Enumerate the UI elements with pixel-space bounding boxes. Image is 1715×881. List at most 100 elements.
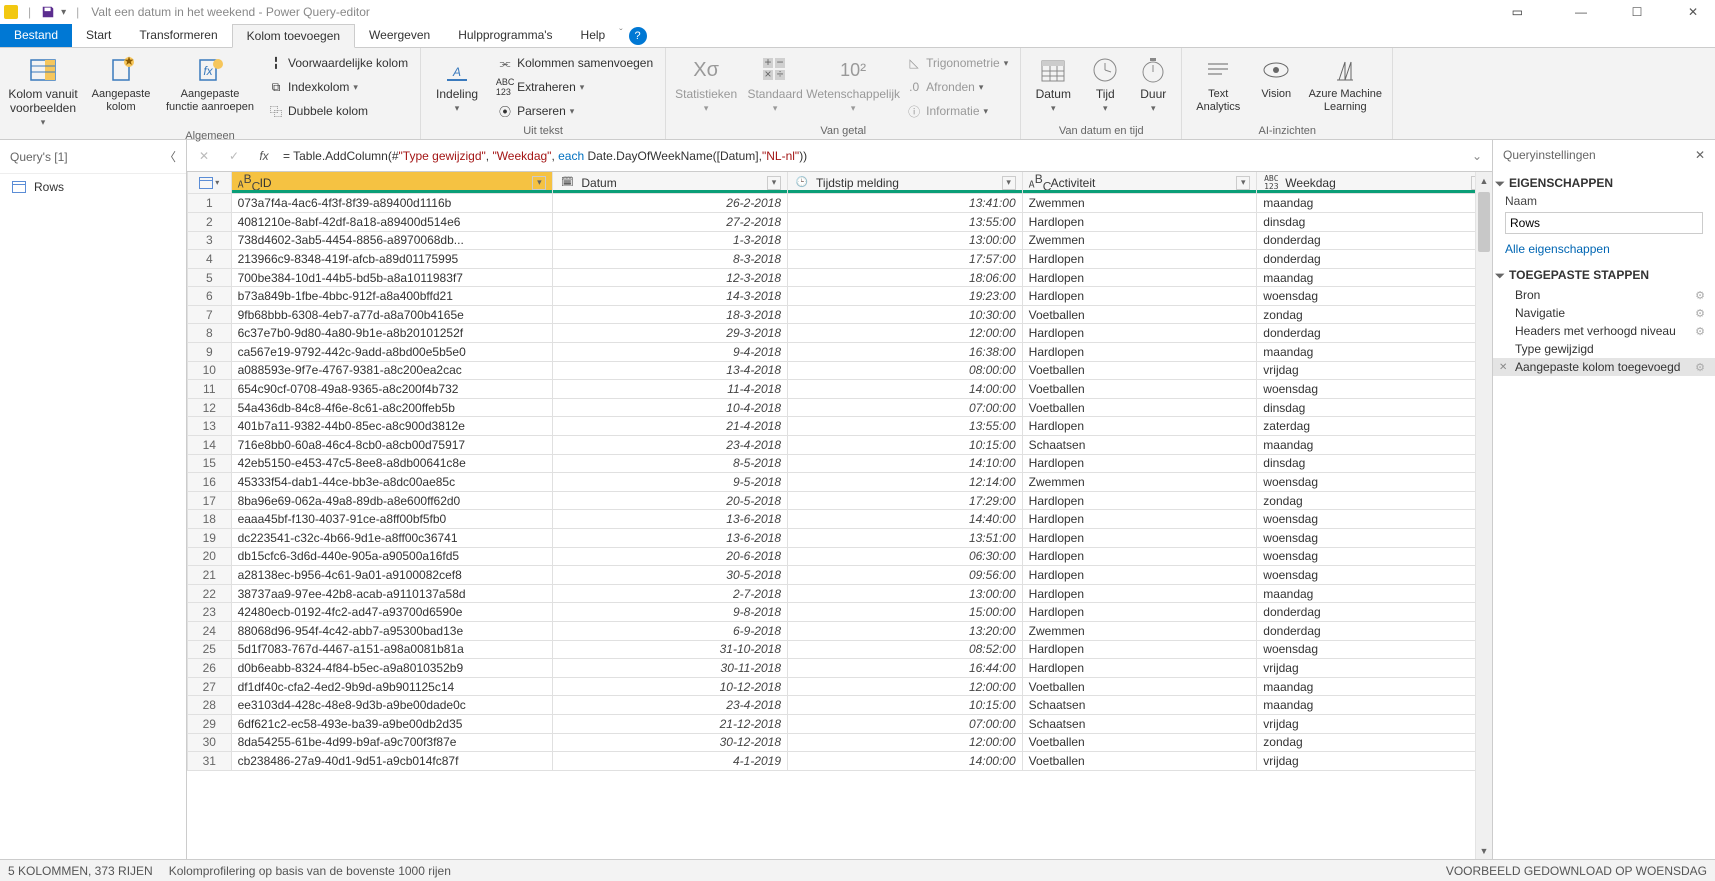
row-number[interactable]: 5 bbox=[188, 268, 232, 287]
cell-activiteit[interactable]: Hardlopen bbox=[1022, 212, 1257, 231]
cell-activiteit[interactable]: Hardlopen bbox=[1022, 454, 1257, 473]
table-row[interactable]: 6b73a849b-1fbe-4bbc-912f-a8a400bffd2114-… bbox=[188, 287, 1492, 306]
table-row[interactable]: 11654c90cf-0708-49a8-9365-a8c200f4b73211… bbox=[188, 380, 1492, 399]
cell-weekdag[interactable]: woensdag bbox=[1257, 510, 1492, 529]
cell-id[interactable]: 716e8bb0-60a8-46c4-8cb0-a8cb00d75917 bbox=[231, 436, 553, 455]
cell-activiteit[interactable]: Voetballen bbox=[1022, 305, 1257, 324]
cell-datum[interactable]: 31-10-2018 bbox=[553, 640, 788, 659]
cell-tijdstip[interactable]: 13:20:00 bbox=[788, 621, 1023, 640]
date-button[interactable]: Datum▾ bbox=[1029, 52, 1077, 114]
cell-id[interactable]: 700be384-10d1-44b5-bd5b-a8a1011983f7 bbox=[231, 268, 553, 287]
cell-datum[interactable]: 26-2-2018 bbox=[553, 194, 788, 213]
cell-id[interactable]: 8da54255-61be-4d99-b9af-a9c700f3f87e bbox=[231, 733, 553, 752]
cell-datum[interactable]: 2-7-2018 bbox=[553, 584, 788, 603]
cell-id[interactable]: df1df40c-cfa2-4ed2-9b9d-a9b901125c14 bbox=[231, 677, 553, 696]
table-row[interactable]: 308da54255-61be-4d99-b9af-a9c700f3f87e30… bbox=[188, 733, 1492, 752]
applied-step[interactable]: ✕Aangepaste kolom toegevoegd⚙ bbox=[1493, 358, 1715, 376]
row-number[interactable]: 4 bbox=[188, 250, 232, 269]
cell-weekdag[interactable]: woensdag bbox=[1257, 566, 1492, 585]
table-row[interactable]: 2342480ecb-0192-4fc2-ad47-a93700d6590e9-… bbox=[188, 603, 1492, 622]
cell-weekdag[interactable]: woensdag bbox=[1257, 287, 1492, 306]
table-row[interactable]: 2238737aa9-97ee-42b8-acab-a9110137a58d2-… bbox=[188, 584, 1492, 603]
cell-tijdstip[interactable]: 18:06:00 bbox=[788, 268, 1023, 287]
cell-weekdag[interactable]: zondag bbox=[1257, 733, 1492, 752]
cell-tijdstip[interactable]: 10:30:00 bbox=[788, 305, 1023, 324]
row-number[interactable]: 23 bbox=[188, 603, 232, 622]
cell-activiteit[interactable]: Schaatsen bbox=[1022, 714, 1257, 733]
cell-tijdstip[interactable]: 16:44:00 bbox=[788, 659, 1023, 678]
cell-datum[interactable]: 30-5-2018 bbox=[553, 566, 788, 585]
cell-tijdstip[interactable]: 14:00:00 bbox=[788, 380, 1023, 399]
row-number[interactable]: 12 bbox=[188, 398, 232, 417]
applied-step[interactable]: Type gewijzigd bbox=[1493, 340, 1715, 358]
cell-id[interactable]: db15cfc6-3d6d-440e-905a-a90500a16fd5 bbox=[231, 547, 553, 566]
formula-text[interactable]: = Table.AddColumn(#"Type gewijzigd", "We… bbox=[283, 149, 1464, 163]
cell-tijdstip[interactable]: 10:15:00 bbox=[788, 436, 1023, 455]
cell-weekdag[interactable]: donderdag bbox=[1257, 621, 1492, 640]
duration-button[interactable]: Duur▾ bbox=[1133, 52, 1173, 114]
cell-id[interactable]: 9fb68bbb-6308-4eb7-a77d-a8a700b4165e bbox=[231, 305, 553, 324]
tab-bestand[interactable]: Bestand bbox=[0, 24, 72, 47]
column-header-activiteit[interactable]: ABCActiviteit▾ bbox=[1022, 172, 1257, 194]
table-row[interactable]: 26d0b6eabb-8324-4f84-b5ec-a9a8010352b930… bbox=[188, 659, 1492, 678]
table-row[interactable]: 19dc223541-c32c-4b66-9d1e-a8ff00c3674113… bbox=[188, 529, 1492, 548]
cell-datum[interactable]: 21-12-2018 bbox=[553, 714, 788, 733]
statistics-button[interactable]: Χσ Statistieken▾ bbox=[674, 52, 738, 114]
cell-activiteit[interactable]: Zwemmen bbox=[1022, 231, 1257, 250]
table-row[interactable]: 1645333f54-dab1-44ce-bb3e-a8dc00ae85c9-5… bbox=[188, 473, 1492, 492]
cell-tijdstip[interactable]: 13:51:00 bbox=[788, 529, 1023, 548]
cell-activiteit[interactable]: Zwemmen bbox=[1022, 473, 1257, 492]
cell-weekdag[interactable]: woensdag bbox=[1257, 547, 1492, 566]
cell-tijdstip[interactable]: 07:00:00 bbox=[788, 714, 1023, 733]
table-row[interactable]: 1254a436db-84c8-4f6e-8c61-a8c200ffeb5b10… bbox=[188, 398, 1492, 417]
cell-datum[interactable]: 6-9-2018 bbox=[553, 621, 788, 640]
collapse-queries-icon[interactable]: 〈 bbox=[164, 148, 176, 165]
expand-formula-icon[interactable]: ⌄ bbox=[1472, 149, 1482, 163]
delete-step-icon[interactable]: ✕ bbox=[1499, 362, 1507, 373]
standard-button[interactable]: +−×÷ Standaard▾ bbox=[746, 52, 804, 114]
table-row[interactable]: 255d1f7083-767d-4467-a151-a98a0081b81a31… bbox=[188, 640, 1492, 659]
table-row[interactable]: 86c37e7b0-9d80-4a80-9b1e-a8b20101252f29-… bbox=[188, 324, 1492, 343]
row-number[interactable]: 29 bbox=[188, 714, 232, 733]
cell-weekdag[interactable]: donderdag bbox=[1257, 324, 1492, 343]
cell-activiteit[interactable]: Voetballen bbox=[1022, 733, 1257, 752]
ribbon-collapse-icon[interactable]: ˇ bbox=[619, 28, 622, 47]
cell-id[interactable]: 073a7f4a-4ac6-4f3f-8f39-a89400d1116b bbox=[231, 194, 553, 213]
cell-datum[interactable]: 8-5-2018 bbox=[553, 454, 788, 473]
table-row[interactable]: 13401b7a11-9382-44b0-85ec-a8c900d3812e21… bbox=[188, 417, 1492, 436]
trigonometry-button[interactable]: ◺Trigonometrie bbox=[902, 52, 1012, 74]
table-row[interactable]: 10a088593e-9f7e-4767-9381-a8c200ea2cac13… bbox=[188, 361, 1492, 380]
gear-icon[interactable]: ⚙ bbox=[1695, 325, 1705, 338]
scroll-down-icon[interactable]: ▼ bbox=[1476, 842, 1492, 859]
cell-weekdag[interactable]: woensdag bbox=[1257, 640, 1492, 659]
tab-start[interactable]: Start bbox=[72, 24, 125, 47]
parse-button[interactable]: ⦿Parseren bbox=[493, 100, 657, 122]
cell-tijdstip[interactable]: 17:29:00 bbox=[788, 491, 1023, 510]
cell-weekdag[interactable]: vrijdag bbox=[1257, 752, 1492, 771]
cell-tijdstip[interactable]: 13:00:00 bbox=[788, 231, 1023, 250]
cell-weekdag[interactable]: woensdag bbox=[1257, 380, 1492, 399]
tab-weergeven[interactable]: Weergeven bbox=[355, 24, 444, 47]
cell-tijdstip[interactable]: 14:10:00 bbox=[788, 454, 1023, 473]
row-number[interactable]: 17 bbox=[188, 491, 232, 510]
cell-id[interactable]: 654c90cf-0708-49a8-9365-a8c200f4b732 bbox=[231, 380, 553, 399]
cell-datum[interactable]: 23-4-2018 bbox=[553, 436, 788, 455]
row-number[interactable]: 28 bbox=[188, 696, 232, 715]
scientific-button[interactable]: 10² Wetenschappelijk▾ bbox=[812, 52, 894, 114]
cell-id[interactable]: 4081210e-8abf-42df-8a18-a89400d514e6 bbox=[231, 212, 553, 231]
table-row[interactable]: 5700be384-10d1-44b5-bd5b-a8a1011983f712-… bbox=[188, 268, 1492, 287]
row-number[interactable]: 20 bbox=[188, 547, 232, 566]
row-number[interactable]: 10 bbox=[188, 361, 232, 380]
cell-tijdstip[interactable]: 13:55:00 bbox=[788, 417, 1023, 436]
column-header-weekdag[interactable]: ABC123Weekdag▾ bbox=[1257, 172, 1492, 194]
cell-datum[interactable]: 12-3-2018 bbox=[553, 268, 788, 287]
vision-button[interactable]: Vision bbox=[1254, 52, 1298, 101]
cell-datum[interactable]: 13-6-2018 bbox=[553, 529, 788, 548]
cell-activiteit[interactable]: Hardlopen bbox=[1022, 584, 1257, 603]
row-number[interactable]: 24 bbox=[188, 621, 232, 640]
cell-tijdstip[interactable]: 15:00:00 bbox=[788, 603, 1023, 622]
format-button[interactable]: A Indeling▾ bbox=[429, 52, 485, 114]
cell-tijdstip[interactable]: 12:14:00 bbox=[788, 473, 1023, 492]
extract-button[interactable]: ABC123Extraheren bbox=[493, 76, 657, 98]
cell-id[interactable]: 45333f54-dab1-44ce-bb3e-a8dc00ae85c bbox=[231, 473, 553, 492]
